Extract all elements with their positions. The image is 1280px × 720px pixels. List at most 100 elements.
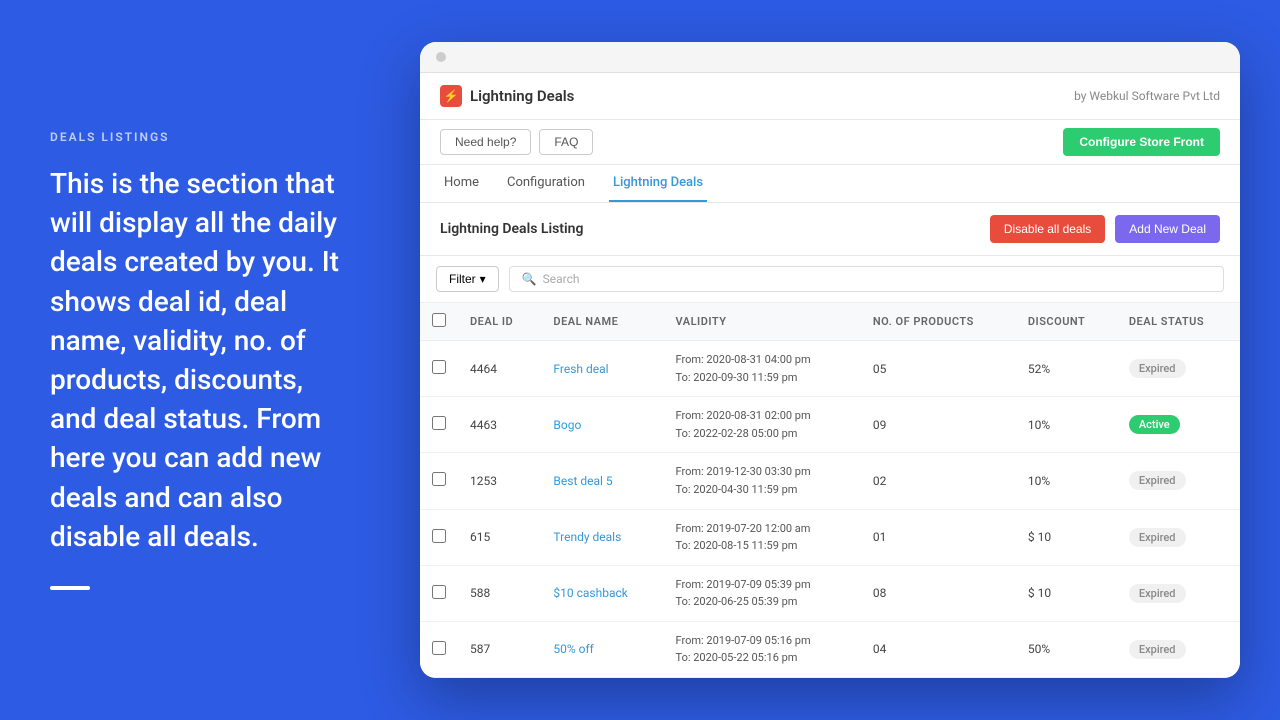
status-cell: Expired [1117, 565, 1240, 621]
row-checkbox-cell [420, 509, 458, 565]
row-checkbox-cell [420, 453, 458, 509]
validity-from-1: From: 2020-08-31 02:00 pm [676, 407, 849, 425]
row-checkbox-cell [420, 397, 458, 453]
faq-button[interactable]: FAQ [539, 129, 593, 155]
section-label: DEALS LISTINGS [50, 130, 350, 144]
status-cell: Expired [1117, 509, 1240, 565]
filter-button[interactable]: Filter ▾ [436, 266, 499, 292]
select-all-checkbox[interactable] [432, 313, 446, 327]
deal-id-cell: 615 [458, 509, 541, 565]
listing-header: Lightning Deals Listing Disable all deal… [420, 203, 1240, 256]
deal-name-link-4[interactable]: $10 cashback [553, 586, 627, 600]
row-checkbox-1[interactable] [432, 416, 446, 430]
status-cell: Expired [1117, 453, 1240, 509]
deal-name-link-1[interactable]: Bogo [553, 418, 581, 432]
status-cell: Expired [1117, 621, 1240, 677]
validity-from-2: From: 2019-12-30 03:30 pm [676, 463, 849, 481]
deal-name-link-0[interactable]: Fresh deal [553, 362, 608, 376]
browser-dot-1 [436, 52, 446, 62]
browser-card: ⚡ Lightning Deals by Webkul Software Pvt… [420, 42, 1240, 678]
deal-id-cell: 1253 [458, 453, 541, 509]
row-checkbox-2[interactable] [432, 472, 446, 486]
divider [50, 586, 90, 590]
listing-actions: Disable all deals Add New Deal [990, 215, 1220, 243]
products-cell: 02 [861, 453, 1016, 509]
row-checkbox-cell [420, 565, 458, 621]
validity-to-5: To: 2020-05-22 05:16 pm [676, 649, 849, 667]
deal-name-cell: Bogo [541, 397, 663, 453]
lightning-icon: ⚡ [444, 89, 459, 103]
action-bar: Need help? FAQ Configure Store Front [420, 120, 1240, 165]
row-checkbox-0[interactable] [432, 360, 446, 374]
deal-name-cell: Fresh deal [541, 340, 663, 396]
filter-label: Filter [449, 272, 476, 286]
status-badge-1: Active [1129, 415, 1180, 434]
row-checkbox-cell [420, 340, 458, 396]
configure-store-front-button[interactable]: Configure Store Front [1063, 128, 1220, 156]
validity-cell: From: 2019-07-09 05:16 pm To: 2020-05-22… [664, 621, 861, 677]
validity-from-3: From: 2019-07-20 12:00 am [676, 520, 849, 538]
deal-name-cell: 50% off [541, 621, 663, 677]
deal-name-link-5[interactable]: 50% off [553, 642, 593, 656]
app-header: ⚡ Lightning Deals by Webkul Software Pvt… [420, 73, 1240, 120]
nav-tabs: Home Configuration Lightning Deals [420, 165, 1240, 203]
row-checkbox-4[interactable] [432, 585, 446, 599]
row-checkbox-5[interactable] [432, 641, 446, 655]
validity-to-3: To: 2020-08-15 11:59 pm [676, 537, 849, 555]
left-panel: DEALS LISTINGS This is the section that … [0, 0, 400, 720]
browser-bar [420, 42, 1240, 73]
deal-name-link-2[interactable]: Best deal 5 [553, 474, 612, 488]
validity-cell: From: 2019-12-30 03:30 pm To: 2020-04-30… [664, 453, 861, 509]
table-row: 4464 Fresh deal From: 2020-08-31 04:00 p… [420, 340, 1240, 396]
col-no-products: NO. OF PRODUCTS [861, 303, 1016, 341]
products-cell: 09 [861, 397, 1016, 453]
app-logo: ⚡ Lightning Deals [440, 85, 574, 107]
deal-name-cell: Trendy deals [541, 509, 663, 565]
chevron-down-icon: ▾ [480, 272, 486, 286]
table-row: 615 Trendy deals From: 2019-07-20 12:00 … [420, 509, 1240, 565]
status-badge-5: Expired [1129, 640, 1186, 659]
products-cell: 01 [861, 509, 1016, 565]
validity-to-2: To: 2020-04-30 11:59 pm [676, 481, 849, 499]
table-row: 587 50% off From: 2019-07-09 05:16 pm To… [420, 621, 1240, 677]
deal-id-cell: 587 [458, 621, 541, 677]
table-row: 4463 Bogo From: 2020-08-31 02:00 pm To: … [420, 397, 1240, 453]
status-cell: Expired [1117, 340, 1240, 396]
validity-from-0: From: 2020-08-31 04:00 pm [676, 351, 849, 369]
deal-name-cell: Best deal 5 [541, 453, 663, 509]
logo-icon: ⚡ [440, 85, 462, 107]
status-badge-3: Expired [1129, 528, 1186, 547]
add-new-deal-button[interactable]: Add New Deal [1115, 215, 1220, 243]
disable-all-deals-button[interactable]: Disable all deals [990, 215, 1105, 243]
row-checkbox-3[interactable] [432, 529, 446, 543]
discount-cell: $ 10 [1016, 565, 1117, 621]
col-discount: DISCOUNT [1016, 303, 1117, 341]
need-help-button[interactable]: Need help? [440, 129, 531, 155]
validity-to-4: To: 2020-06-25 05:39 pm [676, 593, 849, 611]
col-deal-status: DEAL STATUS [1117, 303, 1240, 341]
table-row: 1253 Best deal 5 From: 2019-12-30 03:30 … [420, 453, 1240, 509]
right-panel: ⚡ Lightning Deals by Webkul Software Pvt… [400, 0, 1280, 720]
status-badge-0: Expired [1129, 359, 1186, 378]
deal-name-cell: $10 cashback [541, 565, 663, 621]
status-cell: Active [1117, 397, 1240, 453]
search-placeholder-text: Search [543, 272, 580, 286]
search-container: 🔍 Search [509, 266, 1224, 292]
tab-configuration[interactable]: Configuration [503, 165, 589, 202]
tab-lightning-deals[interactable]: Lightning Deals [609, 165, 707, 202]
listing-title: Lightning Deals Listing [440, 221, 583, 237]
col-deal-id: DEAL ID [458, 303, 541, 341]
deals-table: DEAL ID DEAL NAME VALIDITY NO. OF PRODUC… [420, 303, 1240, 678]
search-icon: 🔍 [522, 272, 537, 286]
discount-cell: $ 10 [1016, 509, 1117, 565]
validity-to-1: To: 2022-02-28 05:00 pm [676, 425, 849, 443]
validity-from-4: From: 2019-07-09 05:39 pm [676, 576, 849, 594]
products-cell: 04 [861, 621, 1016, 677]
status-badge-2: Expired [1129, 471, 1186, 490]
tab-home[interactable]: Home [440, 165, 483, 202]
filter-bar: Filter ▾ 🔍 Search [420, 256, 1240, 303]
deal-id-cell: 588 [458, 565, 541, 621]
products-cell: 05 [861, 340, 1016, 396]
deal-name-link-3[interactable]: Trendy deals [553, 530, 621, 544]
col-checkbox [420, 303, 458, 341]
